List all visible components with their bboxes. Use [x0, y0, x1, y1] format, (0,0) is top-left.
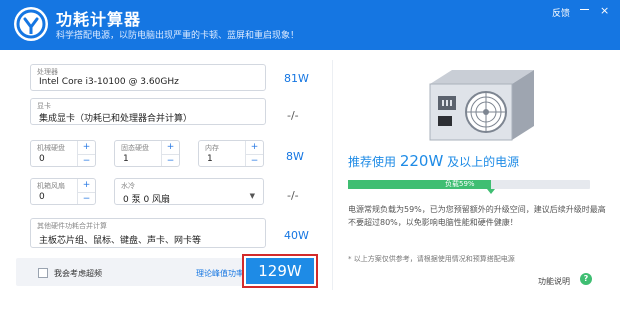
- fan-plus-button[interactable]: +: [78, 179, 95, 192]
- gpu-value: 集成显卡（功耗已和处理器合并计算）: [39, 114, 193, 124]
- ram-stepper-buttons: + −: [245, 141, 263, 166]
- load-bar-fill: 负载59%: [348, 180, 491, 189]
- app-subtitle: 科学搭配电源，以防电脑出现严重的卡顿、蓝屏和重启现象！: [56, 31, 300, 41]
- ram-minus-button[interactable]: −: [246, 153, 263, 167]
- recommended-watt: 220W: [399, 152, 444, 170]
- fan-value: 0: [39, 192, 45, 202]
- total-power-button[interactable]: 129W: [246, 258, 314, 284]
- water-label: 水冷: [121, 182, 135, 190]
- hdd-value: 0: [39, 154, 45, 164]
- recommend-prefix: 推荐使用: [348, 155, 397, 169]
- gpu-field[interactable]: 显卡 集成显卡（功耗已和处理器合并计算）: [30, 98, 266, 125]
- other-hardware-field: 其他硬件功耗合并计算 主板芯片组、鼠标、键盘、声卡、网卡等: [30, 218, 266, 248]
- cpu-value: Intel Core i3-10100 @ 3.60GHz: [39, 77, 179, 87]
- gpu-watt: -/-: [287, 109, 299, 122]
- app-title: 功耗计算器: [56, 10, 142, 29]
- other-watt: 40W: [284, 229, 309, 242]
- other-value: 主板芯片组、鼠标、键盘、声卡、网卡等: [39, 236, 202, 246]
- ram-value: 1: [207, 154, 213, 164]
- ram-label: 内存: [205, 144, 219, 152]
- hdd-stepper[interactable]: 机械硬盘 0 + −: [30, 140, 96, 167]
- load-bar: 负载59%: [348, 180, 590, 194]
- load-marker: [487, 189, 495, 194]
- help-link[interactable]: 功能说明: [538, 276, 570, 287]
- gpu-label: 显卡: [37, 102, 51, 110]
- hdd-minus-button[interactable]: −: [78, 153, 95, 167]
- fan-stepper-buttons: + −: [77, 179, 95, 204]
- title-bar: 功耗计算器 科学搭配电源，以防电脑出现严重的卡顿、蓝屏和重启现象！ 反馈 ×: [0, 0, 620, 50]
- app-logo: [14, 7, 48, 41]
- water-cooling-select[interactable]: 水冷 0 泵 0 风扇 ▼: [114, 178, 264, 205]
- ram-plus-button[interactable]: +: [246, 141, 263, 154]
- close-icon[interactable]: ×: [600, 4, 609, 17]
- divider: [332, 60, 333, 290]
- peak-power-link[interactable]: 理论峰值功率: [196, 268, 244, 279]
- other-label: 其他硬件功耗合并计算: [37, 222, 107, 230]
- water-value: 0 泵 0 风扇: [123, 195, 171, 205]
- chevron-down-icon: ▼: [249, 192, 255, 200]
- fan-water-watt: -/-: [287, 189, 299, 202]
- power-advice: 电源常规负载为59%，已为您预留额外的升级空间，建议后续升级时最高不要超过80%…: [348, 205, 606, 227]
- cpu-field[interactable]: 处理器 Intel Core i3-10100 @ 3.60GHz: [30, 64, 266, 91]
- minimize-icon[interactable]: [580, 9, 589, 10]
- fan-stepper[interactable]: 机箱风扇 0 + −: [30, 178, 96, 205]
- overclock-checkbox[interactable]: [38, 268, 48, 278]
- hdd-label: 机械硬盘: [37, 144, 65, 152]
- cpu-label: 处理器: [37, 68, 58, 76]
- storage-ram-watt: 8W: [286, 150, 304, 163]
- feedback-link[interactable]: 反馈: [552, 6, 570, 19]
- ssd-minus-button[interactable]: −: [162, 153, 179, 167]
- ssd-value: 1: [123, 154, 129, 164]
- ram-stepper[interactable]: 内存 1 + −: [198, 140, 264, 167]
- power-supply-icon: [426, 66, 538, 148]
- recommendation-title: 推荐使用 220W 及以上的电源: [348, 152, 519, 170]
- ssd-label: 固态硬盘: [121, 144, 149, 152]
- disclaimer-note: * 以上方案仅供参考，请根据使用情况和预算搭配电源: [348, 255, 515, 263]
- total-highlight: 129W: [242, 254, 318, 288]
- hdd-plus-button[interactable]: +: [78, 141, 95, 154]
- fan-minus-button[interactable]: −: [78, 191, 95, 205]
- fan-label: 机箱风扇: [37, 182, 65, 190]
- overclock-label: 我会考虑超频: [54, 269, 102, 278]
- help-icon[interactable]: ?: [580, 273, 592, 285]
- cpu-watt: 81W: [284, 72, 309, 85]
- ssd-stepper[interactable]: 固态硬盘 1 + −: [114, 140, 180, 167]
- ssd-plus-button[interactable]: +: [162, 141, 179, 154]
- recommend-suffix: 及以上的电源: [447, 155, 520, 169]
- hdd-stepper-buttons: + −: [77, 141, 95, 166]
- ssd-stepper-buttons: + −: [161, 141, 179, 166]
- load-label: 负载59%: [445, 180, 475, 188]
